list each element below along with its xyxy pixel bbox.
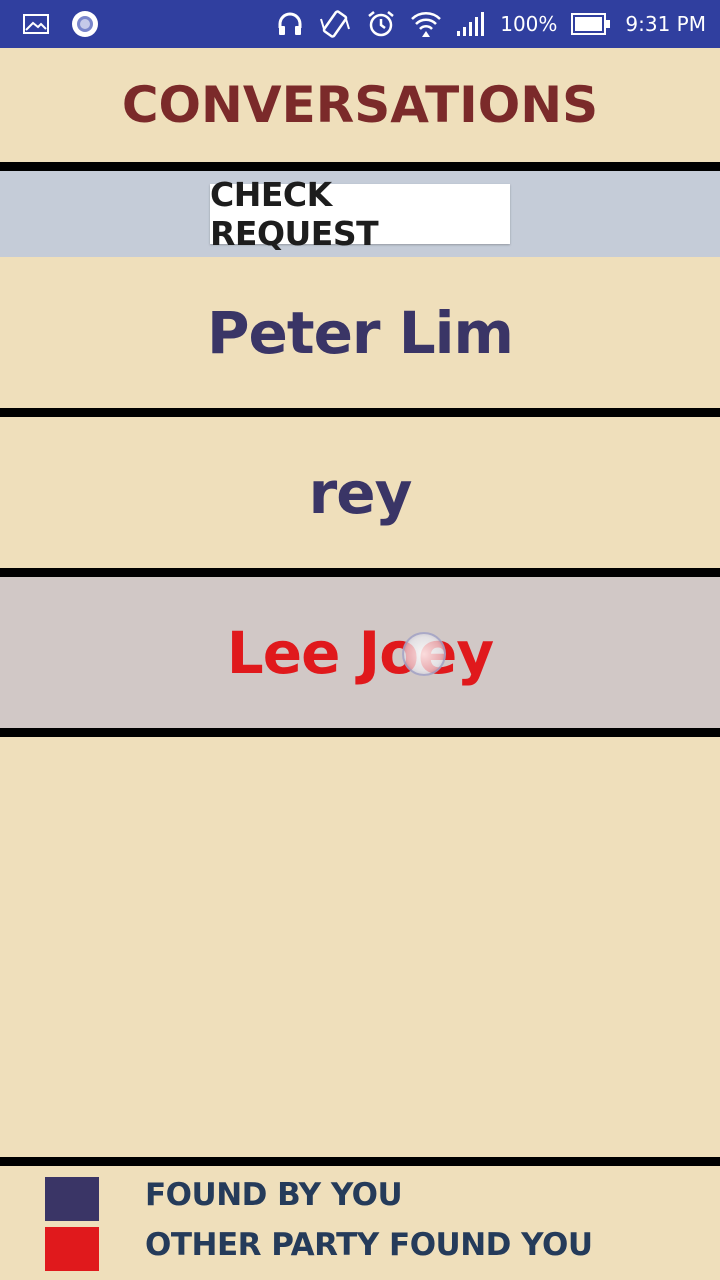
battery-icon: [571, 12, 611, 36]
wifi-icon: [410, 9, 442, 39]
conversation-item-selected[interactable]: Lee Joey: [0, 577, 720, 728]
conversation-name: Lee Joey: [226, 618, 494, 687]
conversation-name: Peter Lim: [207, 298, 514, 367]
conversation-item[interactable]: Peter Lim: [0, 257, 720, 408]
clock: 9:31 PM: [625, 12, 706, 36]
vibrate-icon: [318, 9, 352, 39]
record-icon: [70, 9, 100, 39]
page-title: CONVERSATIONS: [121, 76, 599, 134]
touch-indicator: [402, 632, 446, 676]
legend-swatch-other-party: [45, 1227, 99, 1271]
legend-divider: [0, 1157, 720, 1166]
legend-label-found-by-you: FOUND BY YOU: [145, 1177, 403, 1213]
status-bar: 100% 9:31 PM: [0, 0, 720, 48]
conversation-name: rey: [308, 458, 413, 527]
divider: [0, 568, 720, 577]
check-request-button[interactable]: CHECK REQUEST: [210, 175, 510, 253]
status-bar-left: [22, 9, 100, 39]
alarm-icon: [366, 9, 396, 39]
battery-percent: 100%: [500, 12, 558, 36]
headphones-icon: [276, 10, 304, 38]
conversation-item[interactable]: rey: [0, 417, 720, 568]
signal-icon: [456, 11, 486, 37]
legend-swatch-found-by-you: [45, 1177, 99, 1221]
divider: [0, 408, 720, 417]
legend-label-other-party: OTHER PARTY FOUND YOU: [145, 1227, 593, 1263]
request-bar: CHECK REQUEST: [0, 171, 720, 257]
divider: [0, 162, 720, 171]
legend: FOUND BY YOU OTHER PARTY FOUND YOU: [0, 1166, 720, 1280]
image-icon: [22, 12, 50, 36]
divider: [0, 728, 720, 737]
page-header: CONVERSATIONS: [0, 48, 720, 162]
status-bar-right: 100% 9:31 PM: [276, 0, 706, 48]
